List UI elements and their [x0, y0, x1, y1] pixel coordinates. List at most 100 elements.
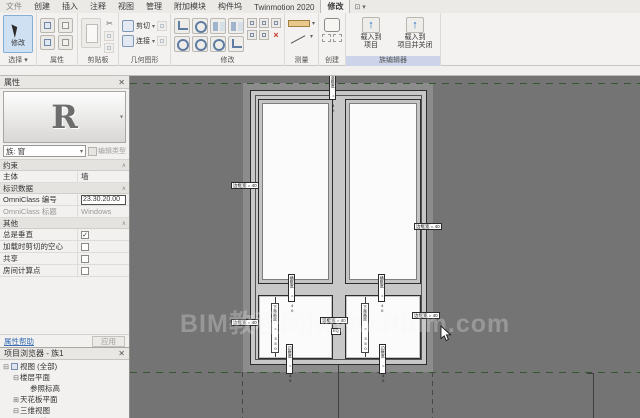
- tab-view[interactable]: 视图: [112, 0, 140, 13]
- apply-button[interactable]: 应用: [92, 335, 125, 347]
- expander-icon[interactable]: ⊟: [12, 407, 20, 415]
- tree-item-ref-level[interactable]: 参照标高: [0, 383, 129, 394]
- create-group-icon[interactable]: [324, 18, 341, 32]
- reference-plane-left[interactable]: [242, 372, 243, 418]
- tab-addins[interactable]: 附加模块: [168, 0, 212, 13]
- center-reference-line[interactable]: [338, 364, 339, 418]
- collapse-chevron-icon[interactable]: ∧: [122, 220, 126, 227]
- paint-icon[interactable]: [157, 36, 168, 46]
- dimension-dropdown-icon[interactable]: ▾: [312, 20, 315, 27]
- modify-select-button[interactable]: 修改: [3, 15, 33, 53]
- panel-clipboard-label[interactable]: 剪贴板: [78, 56, 118, 66]
- panel-family-editor-label[interactable]: 族编辑器: [346, 56, 441, 66]
- tab-component-dock[interactable]: 构件坞: [212, 0, 248, 13]
- align-icon[interactable]: [174, 18, 191, 34]
- mirror-draw-icon[interactable]: [228, 18, 245, 34]
- split-icon[interactable]: [247, 18, 258, 28]
- measure-icon[interactable]: [288, 31, 308, 41]
- host-value[interactable]: 墙: [78, 171, 129, 182]
- load-into-project-button[interactable]: ↑ 载入到 项目: [351, 17, 391, 55]
- shared-checkbox[interactable]: [81, 254, 89, 263]
- expander-icon[interactable]: ⊞: [12, 396, 20, 404]
- always-vertical-checkbox[interactable]: [81, 230, 89, 239]
- group-header-constraints[interactable]: 约束 ∧: [0, 160, 129, 171]
- tag-bottom-left[interactable]: 边框宽 = 40: [286, 344, 293, 383]
- unpin-icon[interactable]: [259, 30, 270, 40]
- copy-modify-icon[interactable]: [192, 36, 209, 52]
- glass-upper-right[interactable]: [349, 103, 417, 280]
- room-calc-point-checkbox[interactable]: [81, 266, 89, 275]
- tab-annotate[interactable]: 注释: [84, 0, 112, 13]
- properties-help-link[interactable]: 属性帮助: [4, 336, 34, 347]
- tab-file[interactable]: 文件: [0, 0, 28, 13]
- type-selector-dropdown[interactable]: 族: 窗 ▾: [3, 145, 86, 157]
- sash-upper-right[interactable]: [345, 99, 421, 284]
- property-row-cut-voids[interactable]: 加载时剪切的空心: [0, 241, 129, 253]
- panel-geometry-label[interactable]: 几何图形: [119, 56, 170, 66]
- cut-geometry-button[interactable]: 剪切 ▾: [122, 20, 168, 32]
- panel-select-label[interactable]: 选择 ▾: [0, 56, 36, 66]
- wall-edge-line[interactable]: [593, 373, 594, 418]
- family-category-icon[interactable]: [58, 18, 73, 33]
- group-header-other[interactable]: 其他 ∧: [0, 218, 129, 229]
- assembly-icon[interactable]: [333, 34, 343, 42]
- tag-top-mullion[interactable]: 竖梃宽 = 40: [329, 76, 336, 113]
- panel-measure-label[interactable]: 测量: [285, 56, 318, 66]
- tag-rail-left[interactable]: 横梃宽 = 40: [288, 274, 295, 313]
- expander-icon[interactable]: ⊟: [2, 363, 10, 371]
- trim-icon[interactable]: [228, 36, 245, 52]
- join-geometry-button[interactable]: 连接 ▾: [122, 35, 168, 47]
- expander-icon[interactable]: ⊟: [12, 374, 20, 382]
- panel-modify-label[interactable]: 修改: [171, 56, 284, 66]
- tree-item-views-all[interactable]: ⊟ 视图 (全部): [0, 361, 129, 372]
- tag-left-frame[interactable]: 边框宽 = 40: [231, 182, 259, 190]
- tab-twinmotion[interactable]: Twinmotion 2020: [248, 1, 320, 13]
- scale-icon[interactable]: [247, 30, 258, 40]
- tag-right-frame[interactable]: 边框宽 = 40: [414, 223, 442, 231]
- close-project-browser-icon[interactable]: ✕: [118, 349, 125, 358]
- type-properties-icon[interactable]: [40, 18, 55, 33]
- tab-modify[interactable]: 修改: [320, 0, 351, 13]
- tree-item-3d-views[interactable]: ⊟ 三维视图: [0, 405, 129, 416]
- reference-plane-right[interactable]: [432, 372, 433, 418]
- move-icon[interactable]: [174, 36, 191, 52]
- tree-item-ceiling-plans[interactable]: ⊞ 天花板平面: [0, 394, 129, 405]
- tree-item-floor-plans[interactable]: ⊟ 楼层平面: [0, 372, 129, 383]
- cut-icon[interactable]: ✂: [104, 19, 115, 29]
- array-icon[interactable]: [259, 18, 270, 28]
- mirror-axis-icon[interactable]: [210, 18, 227, 34]
- tag-rail-right[interactable]: 横梃宽 = 40: [378, 274, 385, 313]
- family-type-preview[interactable]: R ▾: [3, 91, 126, 143]
- tag-bottom-right[interactable]: 边框宽 = 40: [379, 344, 386, 383]
- family-types-icon[interactable]: [58, 35, 73, 50]
- paste-icon[interactable]: [81, 18, 101, 48]
- tab-insert[interactable]: 插入: [56, 0, 84, 13]
- reference-plane-top[interactable]: [130, 83, 640, 84]
- property-row-always-vertical[interactable]: 总是垂直: [0, 229, 129, 241]
- panel-create-label[interactable]: 创建: [319, 56, 345, 66]
- void-icon[interactable]: [157, 21, 168, 31]
- join-dropdown-icon[interactable]: ▾: [152, 38, 155, 45]
- group-header-identity[interactable]: 标识数据 ∧: [0, 183, 129, 194]
- tab-manage[interactable]: 管理: [140, 0, 168, 13]
- ribbon-display-toggle-icon[interactable]: ⊡ ▾: [350, 1, 369, 13]
- properties-palette-icon[interactable]: [40, 35, 55, 50]
- close-properties-icon[interactable]: ✕: [118, 78, 125, 87]
- cut-dropdown-icon[interactable]: ▾: [152, 23, 155, 30]
- rotate-icon[interactable]: [210, 36, 227, 52]
- dimension-icon[interactable]: [288, 20, 311, 27]
- panel-properties-label[interactable]: 属性: [37, 56, 77, 66]
- cut-voids-checkbox[interactable]: [81, 242, 89, 251]
- similar-icon[interactable]: [322, 34, 332, 42]
- property-row-host[interactable]: 主体 墙: [0, 171, 129, 183]
- property-row-shared[interactable]: 共享: [0, 253, 129, 265]
- load-into-project-close-button[interactable]: ↑ 载入到 项目并关闭: [395, 17, 435, 55]
- tab-create[interactable]: 创建: [28, 0, 56, 13]
- offset-icon[interactable]: [192, 18, 209, 34]
- glass-upper-left[interactable]: [262, 103, 329, 280]
- match-type-icon[interactable]: [104, 43, 114, 53]
- delete-icon[interactable]: ×: [271, 30, 281, 40]
- edit-type-button[interactable]: 编辑类型: [88, 146, 126, 156]
- omniclass-number-field[interactable]: 23.30.20.00: [81, 194, 126, 205]
- pin-icon[interactable]: [271, 18, 282, 28]
